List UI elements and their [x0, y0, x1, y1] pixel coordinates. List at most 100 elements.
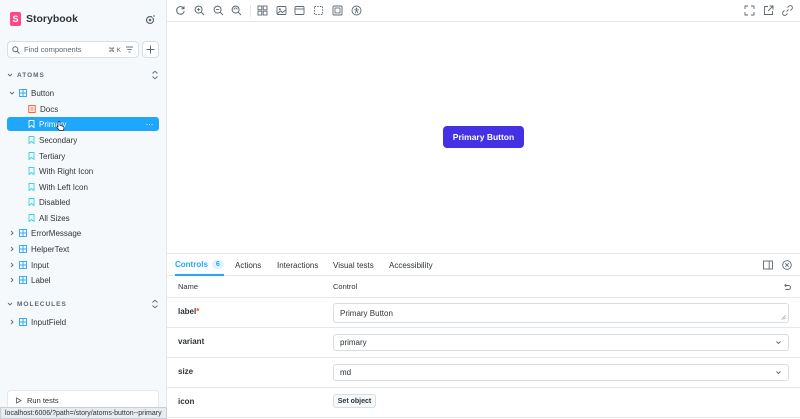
search-box[interactable]: ⌘ K — [7, 41, 139, 58]
tree-item-label: ErrorMessage — [31, 228, 82, 238]
column-name: Name — [178, 282, 199, 291]
open-new-tab-icon[interactable] — [763, 5, 774, 16]
tree-item-input-field[interactable]: InputField — [9, 315, 66, 329]
brand-name: Storybook — [26, 13, 78, 25]
section-molecules[interactable]: MOLECULES — [7, 298, 159, 310]
tree-item-disabled[interactable]: Disabled — [28, 195, 70, 209]
fullscreen-icon[interactable] — [744, 5, 755, 16]
chevron-down-icon — [7, 73, 13, 77]
label-textarea[interactable]: Primary Button — [333, 303, 789, 323]
section-title: MOLECULES — [17, 300, 67, 308]
tab-actions[interactable]: Actions — [235, 254, 261, 276]
outline-icon[interactable] — [313, 5, 324, 16]
more-options-icon[interactable]: ··· — [146, 120, 154, 129]
tree-item-input[interactable]: Input — [9, 258, 49, 272]
control-name-text: label — [178, 307, 197, 316]
tab-interactions[interactable]: Interactions — [277, 254, 318, 276]
tree-item-tertiary[interactable]: Tertiary — [28, 149, 65, 163]
zoom-in-icon[interactable] — [194, 5, 205, 16]
tree-item-primary[interactable]: Primary ··· — [7, 117, 159, 131]
tree-item-label-component[interactable]: Label — [9, 273, 51, 287]
status-url: localhost:6006/?path=/story/atoms-button… — [0, 407, 167, 419]
tree-item-docs[interactable]: Docs — [28, 102, 58, 116]
add-button[interactable] — [142, 41, 159, 58]
reset-controls-icon[interactable] — [783, 283, 791, 291]
tree-item-with-right-icon[interactable]: With Right Icon — [28, 164, 93, 178]
variant-select[interactable]: primary — [333, 334, 789, 351]
tree-item-with-left-icon[interactable]: With Left Icon — [28, 180, 88, 194]
brand[interactable]: S Storybook — [10, 11, 78, 27]
tree-item-error-message[interactable]: ErrorMessage — [9, 226, 81, 240]
tab-visual-tests[interactable]: Visual tests — [333, 254, 374, 276]
tree-item-label: With Left Icon — [39, 182, 88, 192]
size-select-value: md — [340, 368, 352, 377]
viewport-icon[interactable] — [294, 5, 305, 16]
tree-item-label: Docs — [40, 104, 59, 114]
cursor-icon — [56, 121, 65, 131]
expand-all-icon[interactable] — [151, 299, 159, 309]
controls-header: Name Control — [167, 276, 800, 298]
settings-icon[interactable] — [144, 14, 156, 26]
tree-item-all-sizes[interactable]: All Sizes — [28, 211, 70, 225]
set-object-button[interactable]: Set object — [333, 394, 376, 408]
tree-item-label: Secondary — [39, 135, 78, 145]
tree-item-label: InputField — [31, 317, 67, 327]
component-icon — [19, 89, 27, 97]
variant-select-value: primary — [340, 338, 367, 347]
control-row-variant: variant primary — [167, 328, 800, 358]
chevron-right-icon — [10, 246, 14, 252]
preview-canvas: Primary Button — [167, 22, 800, 253]
chevron-down-icon — [776, 341, 781, 345]
component-icon — [19, 276, 27, 284]
bookmark-icon — [28, 214, 35, 222]
filter-icon[interactable] — [125, 45, 134, 54]
tab-accessibility[interactable]: Accessibility — [389, 254, 433, 276]
chevron-down-icon — [7, 302, 13, 306]
close-panel-icon[interactable] — [782, 260, 792, 270]
tab-label: Visual tests — [333, 260, 374, 270]
expand-all-icon[interactable] — [151, 70, 159, 80]
search-icon — [12, 45, 20, 54]
background-icon[interactable] — [276, 5, 287, 16]
tab-label: Interactions — [277, 260, 319, 270]
control-name: variant — [178, 337, 205, 346]
zoom-reset-icon[interactable] — [231, 5, 242, 16]
tree-item-label: Tertiary — [39, 151, 66, 161]
tree-item-button[interactable]: Button — [9, 86, 159, 100]
addons-panel: Controls 6 Actions Interactions Visual t… — [167, 253, 800, 419]
resize-handle-icon[interactable] — [781, 315, 786, 320]
search-input[interactable] — [24, 45, 104, 54]
control-name: label* — [178, 307, 199, 316]
panel-orientation-icon[interactable] — [763, 260, 773, 270]
bookmark-icon — [28, 120, 35, 128]
measure-icon[interactable] — [332, 5, 343, 16]
section-atoms[interactable]: ATOMS — [7, 69, 159, 81]
zoom-out-icon[interactable] — [213, 5, 224, 16]
tree-item-label: With Right Icon — [39, 166, 94, 176]
primary-button[interactable]: Primary Button — [443, 126, 524, 148]
tab-controls[interactable]: Controls 6 — [175, 254, 224, 276]
chevron-right-icon — [10, 262, 14, 268]
column-control: Control — [333, 282, 358, 291]
component-icon — [19, 229, 27, 237]
play-icon — [16, 396, 22, 404]
search-shortcut: ⌘ K — [108, 46, 121, 54]
accessibility-icon[interactable] — [351, 5, 362, 16]
tree-item-label: Disabled — [39, 197, 71, 207]
status-dot — [152, 14, 156, 18]
chevron-down-icon — [9, 91, 15, 95]
copy-link-icon[interactable] — [782, 5, 793, 16]
control-name: icon — [178, 397, 195, 406]
bookmark-icon — [28, 136, 35, 144]
size-select[interactable]: md — [333, 364, 789, 381]
bookmark-icon — [28, 167, 35, 175]
reload-icon[interactable] — [175, 5, 186, 16]
control-name: size — [178, 367, 194, 376]
tree-item-label: All Sizes — [39, 213, 70, 223]
label-textarea-value: Primary Button — [340, 308, 393, 318]
tree-item-helper-text[interactable]: HelperText — [9, 242, 69, 256]
grid-icon[interactable] — [257, 5, 268, 16]
tree-item-secondary[interactable]: Secondary — [28, 133, 77, 147]
tree-item-label: Button — [31, 88, 55, 98]
component-icon — [19, 245, 27, 253]
